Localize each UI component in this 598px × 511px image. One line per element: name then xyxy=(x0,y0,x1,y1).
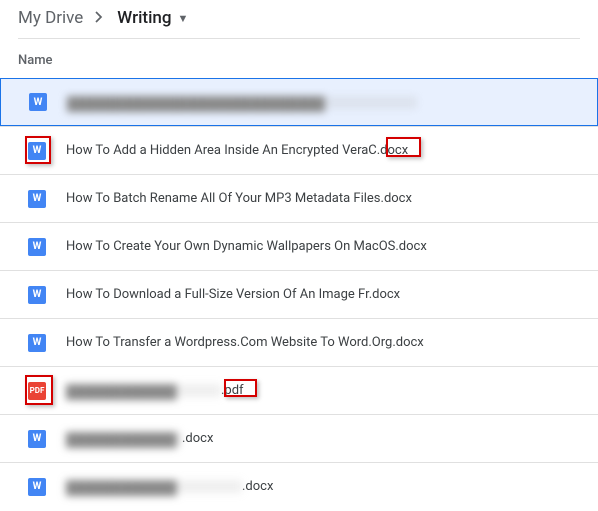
chevron-down-icon: ▼ xyxy=(178,12,189,25)
word-icon: W xyxy=(28,142,46,160)
file-name: ████████████.docx xyxy=(66,431,213,446)
file-name: How To Download a Full-Size Version Of A… xyxy=(66,287,400,302)
file-row[interactable]: W ████████████████████████████ xyxy=(0,78,598,126)
file-name: ████████████████████████████ xyxy=(67,96,417,109)
file-list: W ████████████████████████████ W How To Add… xyxy=(0,78,598,510)
file-row[interactable]: PDF ████████████.pdf xyxy=(0,366,598,414)
breadcrumb: My Drive Writing ▼ xyxy=(0,0,598,38)
file-name: How To Transfer a Wordpress.Com Website … xyxy=(66,335,424,350)
file-row[interactable]: W How To Add a Hidden Area Inside An Encr… xyxy=(0,126,598,174)
file-extension: .docx xyxy=(377,143,408,158)
file-row[interactable]: W How To Batch Rename All Of Your MP3 Met… xyxy=(0,174,598,222)
file-extension: .docx xyxy=(182,431,213,446)
word-icon: W xyxy=(28,190,46,208)
file-name: How To Create Your Own Dynamic Wallpaper… xyxy=(66,239,427,254)
file-name: How To Batch Rename All Of Your MP3 Meta… xyxy=(66,191,412,206)
word-icon: W xyxy=(29,93,47,111)
file-name: ████████████.docx xyxy=(66,479,273,494)
word-icon: W xyxy=(28,238,46,256)
chevron-right-icon xyxy=(95,8,105,28)
file-row[interactable]: W How To Create Your Own Dynamic Wallpape… xyxy=(0,222,598,270)
word-icon: W xyxy=(28,478,46,496)
file-name: How To Add a Hidden Area Inside An Encry… xyxy=(66,143,408,158)
breadcrumb-current[interactable]: Writing ▼ xyxy=(117,8,188,28)
word-icon: W xyxy=(28,334,46,352)
file-row[interactable]: W How To Download a Full-Size Version Of … xyxy=(0,270,598,318)
file-row[interactable]: W How To Transfer a Wordpress.Com Website… xyxy=(0,318,598,366)
file-extension: .pdf xyxy=(221,383,244,398)
word-icon: W xyxy=(28,286,46,304)
word-icon: W xyxy=(28,430,46,448)
column-header-name[interactable]: Name xyxy=(0,39,598,78)
file-row[interactable]: W ████████████.docx xyxy=(0,462,598,510)
file-name: ████████████.pdf xyxy=(66,383,244,398)
pdf-icon: PDF xyxy=(28,382,46,400)
file-row[interactable]: W ████████████.docx xyxy=(0,414,598,462)
breadcrumb-root[interactable]: My Drive xyxy=(18,8,83,28)
file-extension: .docx xyxy=(242,479,273,494)
